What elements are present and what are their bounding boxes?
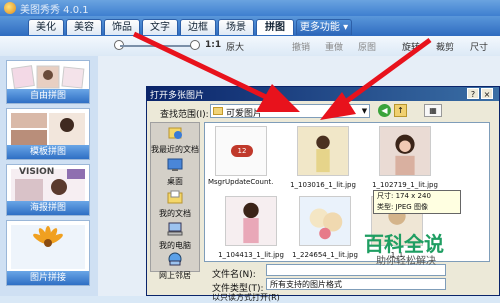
poster-badge-text: VISION (19, 167, 55, 177)
zoom-in-icon[interactable] (190, 40, 200, 50)
file-name: 1_104413_1_lit.jpg (218, 251, 284, 259)
look-in-label: 查找范围(I): (160, 110, 209, 120)
help-button[interactable]: ? (467, 88, 479, 99)
place-network[interactable]: 网上邻居 (150, 252, 200, 281)
chevron-down-icon[interactable]: ▼ (360, 105, 369, 117)
image-stitch-label: 图片拼接 (7, 271, 89, 285)
crop-button[interactable]: 裁剪 (436, 40, 454, 53)
file-type-dropdown[interactable]: 所有支持的图片格式 (266, 278, 446, 290)
file-name: 1_224654_1_lit.jpg (292, 251, 358, 259)
back-icon[interactable]: ◀ (378, 104, 391, 117)
tab-beautify[interactable]: 美化 (28, 19, 64, 35)
readonly-checkbox-label[interactable]: 以只读方式打开(R) (212, 292, 280, 303)
file-thumbnail (297, 126, 349, 176)
free-collage-thumbnail (11, 65, 85, 89)
look-in-value: 可爱图片 (226, 109, 263, 119)
template-collage-thumbnail (11, 113, 85, 145)
tooltip-dimensions: 尺寸: 174 x 240 (377, 192, 431, 200)
place-my-computer-label: 我的电脑 (159, 241, 191, 250)
tab-scene[interactable]: 场景 (218, 19, 254, 35)
place-desktop-label: 桌面 (167, 177, 183, 186)
tab-text[interactable]: 文字 (142, 19, 178, 35)
image-stitch-thumbnail (11, 225, 85, 269)
file-name: MsgrUpdateCount.png (208, 178, 274, 186)
place-network-label: 网上邻居 (159, 271, 191, 280)
place-my-documents-label: 我的文档 (159, 209, 191, 218)
file-name-label: 文件名(N): (212, 270, 256, 280)
redo-button[interactable]: 重做 (325, 40, 343, 53)
my-documents-icon (167, 190, 183, 204)
tooltip-type: 类型: JPEG 图像 (377, 203, 428, 211)
dialog-title: 打开多张图片 (150, 91, 205, 101)
desktop-icon (167, 158, 183, 171)
tab-frame[interactable]: 边框 (180, 19, 216, 35)
view-menu-icon[interactable]: ▦ (424, 104, 442, 117)
zoom-ratio-label: 1:1 (205, 40, 222, 50)
toolbar (0, 36, 500, 57)
up-folder-icon[interactable]: ↑ (394, 104, 407, 117)
file-thumbnail (379, 126, 431, 176)
place-desktop[interactable]: 桌面 (150, 158, 200, 187)
file-item[interactable]: 1_104413_1_lit.jpg (218, 196, 284, 259)
resize-button[interactable]: 尺寸 (470, 40, 488, 53)
close-button[interactable]: × (481, 88, 493, 99)
file-thumbnail (299, 196, 351, 246)
folder-icon (213, 107, 223, 115)
image-stitch-card[interactable]: 图片拼接 (6, 220, 90, 286)
tab-beauty[interactable]: 美容 (66, 19, 102, 35)
image-info-tooltip: 尺寸: 174 x 240 类型: JPEG 图像 (373, 190, 461, 214)
free-collage-label: 自由拼图 (7, 89, 89, 103)
original-size-button[interactable]: 原大 (226, 40, 244, 53)
place-recent[interactable]: 我最近的文档 (150, 126, 200, 155)
tab-bar: 美化 美容 饰品 文字 边框 场景 拼图 更多功能 ▾ (0, 16, 500, 36)
file-name: 1_103016_1_lit.jpg (290, 181, 356, 189)
file-thumbnail: 12 (215, 126, 267, 176)
undo-button[interactable]: 撤销 (292, 40, 310, 53)
place-recent-label: 我最近的文档 (151, 145, 199, 154)
file-item[interactable]: 1_103016_1_lit.jpg (290, 126, 356, 189)
file-item[interactable]: 1_102719_1_lit.jpg (372, 126, 438, 189)
app-logo-icon (4, 2, 16, 14)
file-thumbnail (225, 196, 277, 246)
tab-more-features[interactable]: 更多功能 ▾ (296, 19, 352, 35)
file-item[interactable]: 12 MsgrUpdateCount.png (208, 126, 274, 186)
count-badge: 12 (231, 145, 253, 157)
poster-collage-label: 海报拼图 (7, 201, 89, 215)
place-my-computer[interactable]: 我的电脑 (150, 222, 200, 251)
place-my-documents[interactable]: 我的文档 (150, 190, 200, 219)
file-name: 1_102719_1_lit.jpg (372, 181, 438, 189)
rotate-button[interactable]: 旋转 (402, 40, 420, 53)
my-computer-icon (167, 222, 183, 236)
collage-mode-panel: 自由拼图 模板拼图 VISION 海报拼图 图片拼接 (0, 56, 98, 296)
file-item[interactable]: 1_224654_1_lit.jpg (292, 196, 358, 259)
network-places-icon (168, 252, 182, 266)
recent-documents-icon (168, 127, 182, 139)
watermark-subtitle: 助你轻松解决 (376, 256, 436, 267)
zoom-slider[interactable] (120, 45, 192, 47)
free-collage-card[interactable]: 自由拼图 (6, 60, 90, 104)
poster-collage-card[interactable]: VISION 海报拼图 (6, 164, 90, 216)
tab-collage[interactable]: 拼图 (256, 19, 294, 35)
template-collage-card[interactable]: 模板拼图 (6, 108, 90, 160)
tab-accessories[interactable]: 饰品 (104, 19, 140, 35)
reset-button[interactable]: 原图 (358, 40, 376, 53)
app-title: 美图秀秀 4.0.1 (20, 5, 89, 16)
template-collage-label: 模板拼图 (7, 145, 89, 159)
